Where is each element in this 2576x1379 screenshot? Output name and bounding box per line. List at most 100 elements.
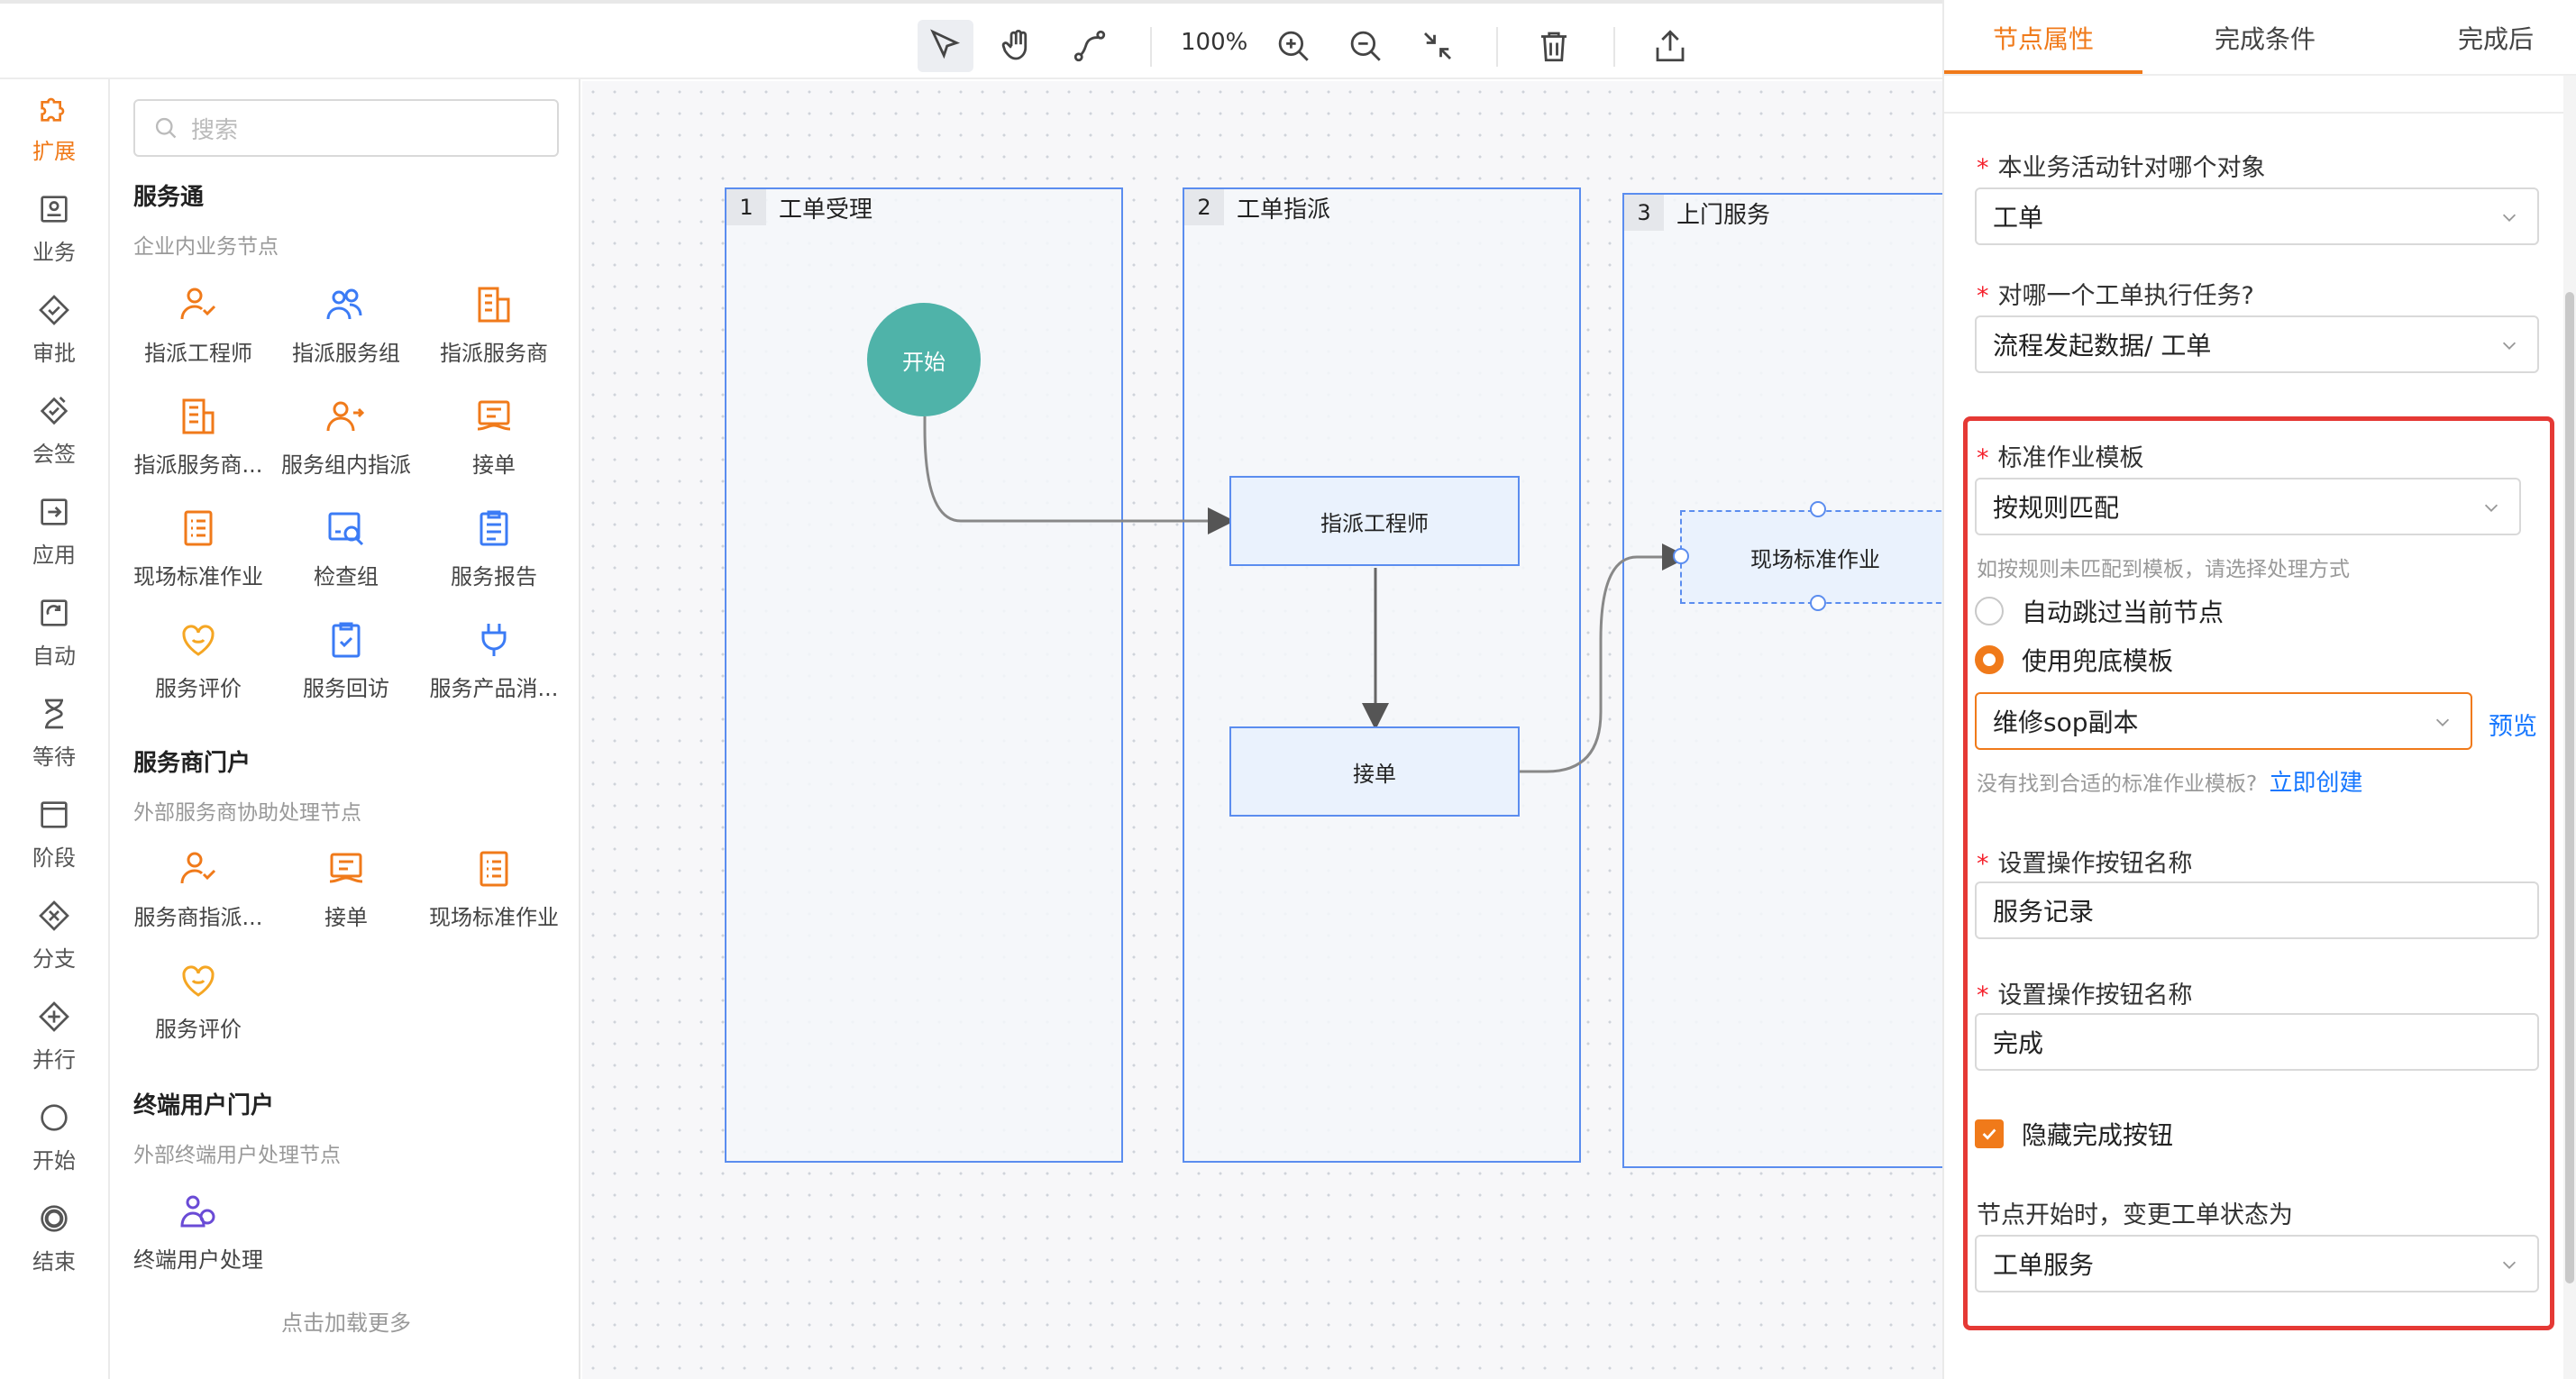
scrollbar-thumb[interactable] (2565, 292, 2574, 1283)
tab-node-properties[interactable]: 节点属性 (1993, 20, 2094, 56)
palette-item[interactable]: 指派工程师 (124, 283, 272, 373)
palette-item[interactable]: 终端用户处理 (124, 1190, 272, 1280)
delete-icon (1541, 32, 1567, 62)
rail-item-start[interactable]: 开始 (0, 1100, 108, 1190)
assign-provider-icon (182, 398, 215, 434)
target-order-select[interactable]: 流程发起数据/ 工单 (1975, 315, 2539, 373)
tab-completion-conditions[interactable]: 完成条件 (2215, 20, 2316, 56)
node-port-bottom[interactable] (1810, 595, 1826, 611)
puzzle-icon (41, 97, 65, 122)
palette-item[interactable]: 服务评价 (124, 618, 272, 708)
palette-item[interactable]: 现场标准作业 (420, 847, 568, 937)
section-subtitle: 外部终端用户处理节点 (133, 1144, 341, 1167)
tab-after-completion[interactable]: 完成后 (2458, 20, 2534, 56)
palette-item[interactable]: 服务报告 (420, 507, 568, 597)
chevron-down-icon (2502, 214, 2517, 222)
end-icon (41, 1205, 68, 1232)
chevron-down-icon (2435, 718, 2450, 726)
radio-fallback-template[interactable]: 使用兜底模板 (1975, 642, 2173, 678)
rail-item-business[interactable]: 业务 (0, 191, 108, 281)
status-change-select[interactable]: 工单服务 (1975, 1235, 2539, 1292)
section-subtitle: 外部服务商协助处理节点 (133, 801, 361, 825)
palette-search-input[interactable]: 搜索 (133, 99, 559, 157)
palette-item[interactable]: 服务评价 (124, 959, 272, 1049)
properties-panel: 节点属性 完成条件 完成后 * 本业务活动针对哪个对象 工单 * 对哪一个工单执行任… (1942, 0, 2576, 1379)
zoom-out-icon (1350, 31, 1381, 61)
palette-item[interactable]: 服务回访 (272, 618, 420, 708)
fit-icon (1424, 32, 1451, 59)
search-placeholder: 搜索 (191, 116, 239, 144)
palette-item[interactable]: 服务产品消... (420, 618, 568, 708)
field-label: * 设置操作按钮名称 (1977, 850, 2193, 878)
palette-item[interactable]: 接单 (272, 847, 420, 937)
create-template-link[interactable]: 立即创建 (2270, 770, 2363, 797)
rail-item-parallel[interactable]: 并行 (0, 999, 108, 1089)
chevron-down-icon (2502, 342, 2517, 350)
start-node[interactable]: 开始 (867, 303, 981, 416)
radio-skip-node[interactable]: 自动跳过当前节点 (1975, 593, 2224, 629)
edge-accept-to-sop (1520, 543, 1689, 773)
radio-button[interactable] (1975, 645, 2004, 674)
edge-start-to-assign (923, 416, 1235, 534)
palette-item[interactable]: 指派服务商 (420, 283, 568, 373)
rail-item-wait[interactable]: 等待 (0, 696, 108, 786)
chevron-down-icon (2484, 504, 2498, 512)
section-title: 终端用户门户 (133, 1092, 275, 1119)
auto-icon (41, 599, 68, 626)
palette-item[interactable]: 检查组 (272, 507, 420, 597)
rail-item-extend[interactable]: 扩展 (0, 90, 108, 180)
palette-item[interactable]: 指派服务组 (272, 283, 420, 373)
countersign-icon (40, 397, 69, 425)
preview-link[interactable]: 预览 (2489, 707, 2537, 742)
node-port-left[interactable] (1673, 548, 1689, 564)
group-assign-icon (326, 401, 365, 432)
target-object-select[interactable]: 工单 (1975, 187, 2539, 245)
zoom-level: 100% (1181, 29, 1248, 56)
hide-complete-checkbox-row[interactable]: 隐藏完成按钮 (1975, 1116, 2173, 1152)
palette-item[interactable]: 指派服务商... (124, 395, 272, 485)
chevron-down-icon (2502, 1261, 2517, 1269)
field-label: * 设置操作按钮名称 (1977, 982, 2193, 1009)
checkbox[interactable] (1975, 1119, 2004, 1148)
node-accept-order[interactable]: 接单 (1229, 726, 1520, 817)
load-more-link[interactable]: 点击加载更多 (112, 1305, 580, 1337)
rail-item-auto[interactable]: 自动 (0, 595, 108, 685)
rail-item-countersign[interactable]: 会签 (0, 393, 108, 483)
rail-item-branch[interactable]: 分支 (0, 898, 108, 988)
radio-button[interactable] (1975, 597, 2004, 626)
field-label: * 对哪一个工单执行任务? (1977, 282, 2254, 310)
palette-item[interactable]: 现场标准作业 (124, 507, 272, 597)
zoom-in-button[interactable] (1265, 20, 1321, 72)
flow-canvas[interactable]: 1 工单受理 2 工单指派 3 上门服务 开始 指派工程师 接单 现场标准作业 (582, 81, 1942, 1379)
palette-item[interactable]: 服务商指派... (124, 847, 272, 937)
assign-engineer-icon (180, 852, 216, 884)
field-label: * 标准作业模板 (1977, 444, 2144, 472)
export-button[interactable] (1642, 20, 1698, 72)
rail-item-end[interactable]: 结束 (0, 1201, 108, 1291)
section-title: 服务通 (133, 184, 205, 211)
assign-group-icon (326, 288, 362, 320)
select-icon (930, 29, 961, 59)
delete-button[interactable] (1526, 20, 1582, 72)
sop-template-select[interactable]: 按规则匹配 (1975, 478, 2521, 535)
check-icon (1982, 1128, 1996, 1140)
fit-view-button[interactable] (1410, 20, 1466, 72)
zoom-out-button[interactable] (1338, 20, 1393, 72)
op-button-name-input-2[interactable]: 完成 (1975, 1013, 2539, 1071)
palette-item[interactable]: 接单 (420, 395, 568, 485)
panel-scrollbar[interactable] (2563, 76, 2576, 1379)
node-port-top[interactable] (1810, 501, 1826, 517)
rail-item-app[interactable]: 应用 (0, 494, 108, 584)
field-label: * 本业务活动针对哪个对象 (1977, 154, 2266, 182)
node-palette: 搜索 服务通 企业内业务节点 指派工程师 指派服务组 指派服务商 指派服务商..… (112, 79, 580, 1379)
node-onsite-sop[interactable]: 现场标准作业 (1680, 510, 1942, 604)
rail-item-approve[interactable]: 审批 (0, 292, 108, 382)
op-button-name-input-1[interactable]: 服务记录 (1975, 881, 2539, 939)
palette-item[interactable]: 服务组内指派 (272, 395, 420, 485)
connector-tool-button[interactable] (1062, 20, 1118, 72)
fallback-template-select[interactable]: 维修sop副本 (1975, 692, 2472, 750)
rail-item-stage[interactable]: 阶段 (0, 797, 108, 887)
node-assign-engineer[interactable]: 指派工程师 (1229, 476, 1520, 566)
select-tool-button[interactable] (918, 20, 973, 72)
hand-tool-button[interactable] (990, 20, 1046, 72)
